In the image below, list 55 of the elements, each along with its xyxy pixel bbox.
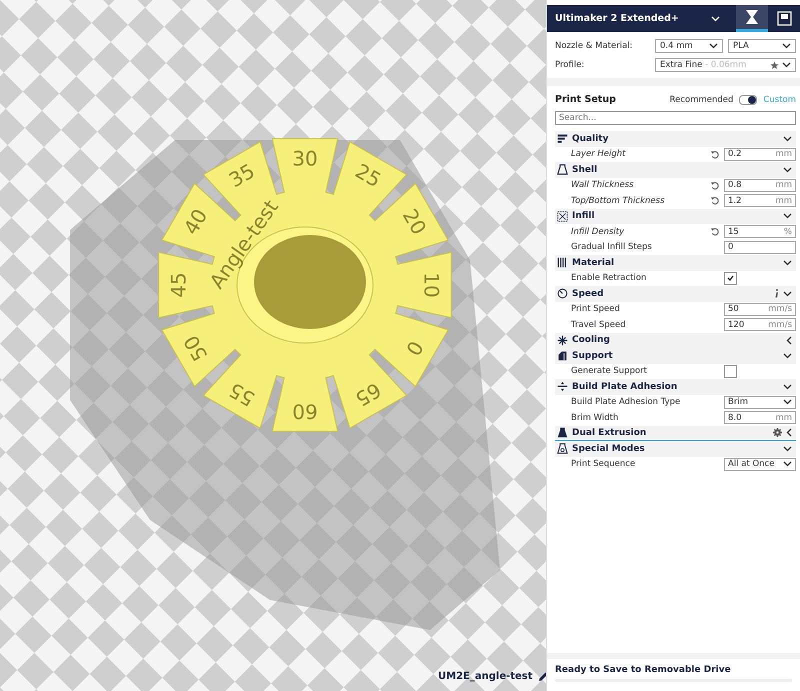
setting-input-field[interactable]: 120 mm/s — [724, 318, 796, 332]
setting-input-field[interactable]: 8.0 mm — [724, 411, 796, 424]
angle-label: 45 — [166, 272, 190, 298]
category-header[interactable]: Speed — [555, 286, 796, 302]
setting-input-field[interactable]: 0.8 mm — [724, 178, 796, 192]
setting-dropdown[interactable]: Brim — [724, 396, 796, 409]
angle-label: 40 — [178, 204, 212, 239]
category-header[interactable]: Cooling — [555, 332, 796, 348]
setting-input-field[interactable]: 0 — [724, 240, 796, 254]
angle-label: 65 — [351, 378, 386, 412]
category-header[interactable]: Build Plate Adhesion — [555, 379, 796, 394]
angle-label: 50 — [178, 331, 212, 366]
setting-label: Build Plate Adhesion Type — [571, 397, 682, 408]
nozzle-material-label: Nozzle & Material: — [555, 41, 634, 51]
angle-label: 35 — [224, 158, 259, 192]
nozzle-dropdown[interactable]: 0.4 mm — [655, 39, 723, 53]
setting-label: Infill Density — [571, 226, 626, 237]
setting-input-field[interactable]: 15 % — [724, 225, 796, 238]
material-dropdown[interactable]: PLA — [728, 39, 796, 53]
print-setup-title: Print Setup — [555, 94, 616, 105]
setting-label: Layer Height — [571, 149, 627, 160]
angle-label: 0 — [401, 336, 428, 360]
angle-label: 30 — [292, 146, 318, 170]
setting-label: Wall Thickness — [571, 180, 635, 190]
setting-label: Brim Width — [571, 412, 620, 423]
setting-label: Travel Speed — [571, 320, 627, 330]
angle-label: 20 — [398, 204, 432, 239]
angle-label: 10 — [420, 272, 444, 298]
search-field[interactable]: Search... — [555, 111, 796, 125]
setting-label: Generate Support — [571, 366, 648, 376]
setting-label: Print Sequence — [571, 459, 636, 470]
recommended-label[interactable]: Recommended — [670, 94, 734, 104]
setting-label: Enable Retraction — [571, 273, 648, 284]
angle-label: 25 — [351, 158, 386, 192]
setting-input-field[interactable]: 50 mm/s — [724, 302, 796, 316]
category-header[interactable]: Shell — [555, 162, 796, 178]
setting-label: Gradual Infill Steps — [571, 242, 653, 252]
category-header[interactable]: Support — [555, 348, 796, 364]
printer-selector[interactable]: Ultimaker 2 Extended+ — [555, 13, 679, 24]
model-name: UM2E_angle-test — [438, 671, 533, 682]
setting-input-field[interactable]: 0.2 mm — [724, 148, 796, 161]
category-header[interactable]: Quality — [555, 131, 796, 146]
setting-dropdown[interactable]: All at Once — [724, 458, 796, 471]
setting-label: Top/Bottom Thickness — [571, 196, 666, 206]
category-header[interactable]: Material — [555, 255, 796, 270]
setting-input-field[interactable]: 1.2 mm — [724, 194, 796, 208]
category-header[interactable]: Special Modes — [555, 441, 796, 456]
status-message: Ready to Save to Removable Drive — [555, 665, 732, 675]
category-header[interactable]: Infill — [555, 208, 796, 224]
setting-label: Print Speed — [571, 304, 621, 314]
profile-dropdown[interactable]: Extra Fine - 0.06mm — [655, 58, 796, 72]
profile-label: Profile: — [555, 60, 586, 70]
angle-label: 60 — [292, 400, 318, 424]
angle-label: 55 — [224, 378, 259, 412]
category-header[interactable]: Dual Extrusion — [555, 426, 796, 441]
